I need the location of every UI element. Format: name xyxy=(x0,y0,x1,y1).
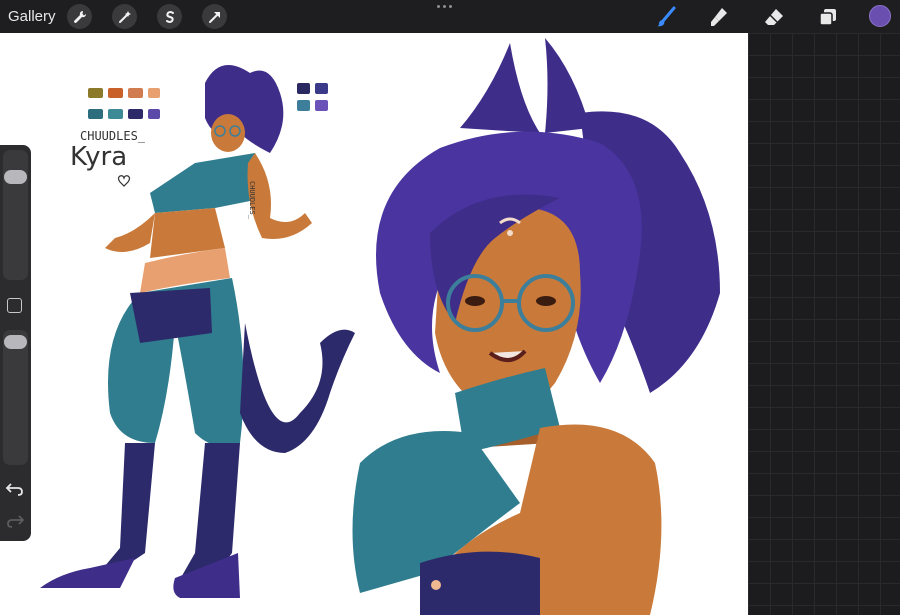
artwork: CHUUDLES_ Kyra CHUUDLES_ xyxy=(40,38,720,615)
transform-arrow-icon xyxy=(208,11,220,23)
modify-button[interactable] xyxy=(7,298,22,313)
brush-sidebar xyxy=(0,145,31,541)
heart-doodle xyxy=(117,175,131,187)
brush-size-thumb[interactable] xyxy=(4,170,27,184)
brush-icon[interactable] xyxy=(654,5,678,29)
actions-button[interactable] xyxy=(67,4,92,29)
bust-portrait xyxy=(352,38,720,615)
color-picker-button[interactable] xyxy=(869,5,891,27)
opacity-slider[interactable] xyxy=(3,330,28,465)
opacity-thumb[interactable] xyxy=(4,335,27,349)
wrench-icon xyxy=(73,10,86,23)
brush-size-slider[interactable] xyxy=(3,150,28,280)
redo-icon[interactable] xyxy=(5,513,25,529)
transform-button[interactable] xyxy=(202,4,227,29)
more-options-dots[interactable] xyxy=(437,5,452,8)
magic-wand-icon xyxy=(118,10,131,23)
eraser-icon[interactable] xyxy=(762,5,786,29)
adjustments-button[interactable] xyxy=(112,4,137,29)
gallery-button[interactable]: Gallery xyxy=(8,8,56,25)
selection-button[interactable] xyxy=(157,4,182,29)
sleeve-text: CHUUDLES_ xyxy=(248,181,256,220)
signature-text: CHUUDLES_ xyxy=(80,129,146,143)
top-toolbar: Gallery xyxy=(0,0,900,33)
undo-icon[interactable] xyxy=(5,481,25,497)
layers-icon[interactable] xyxy=(816,5,840,29)
selection-s-icon xyxy=(165,10,174,23)
drawing-canvas[interactable]: CHUUDLES_ Kyra CHUUDLES_ xyxy=(0,33,748,615)
smudge-icon[interactable] xyxy=(707,5,731,29)
character-name-text: Kyra xyxy=(70,142,127,172)
